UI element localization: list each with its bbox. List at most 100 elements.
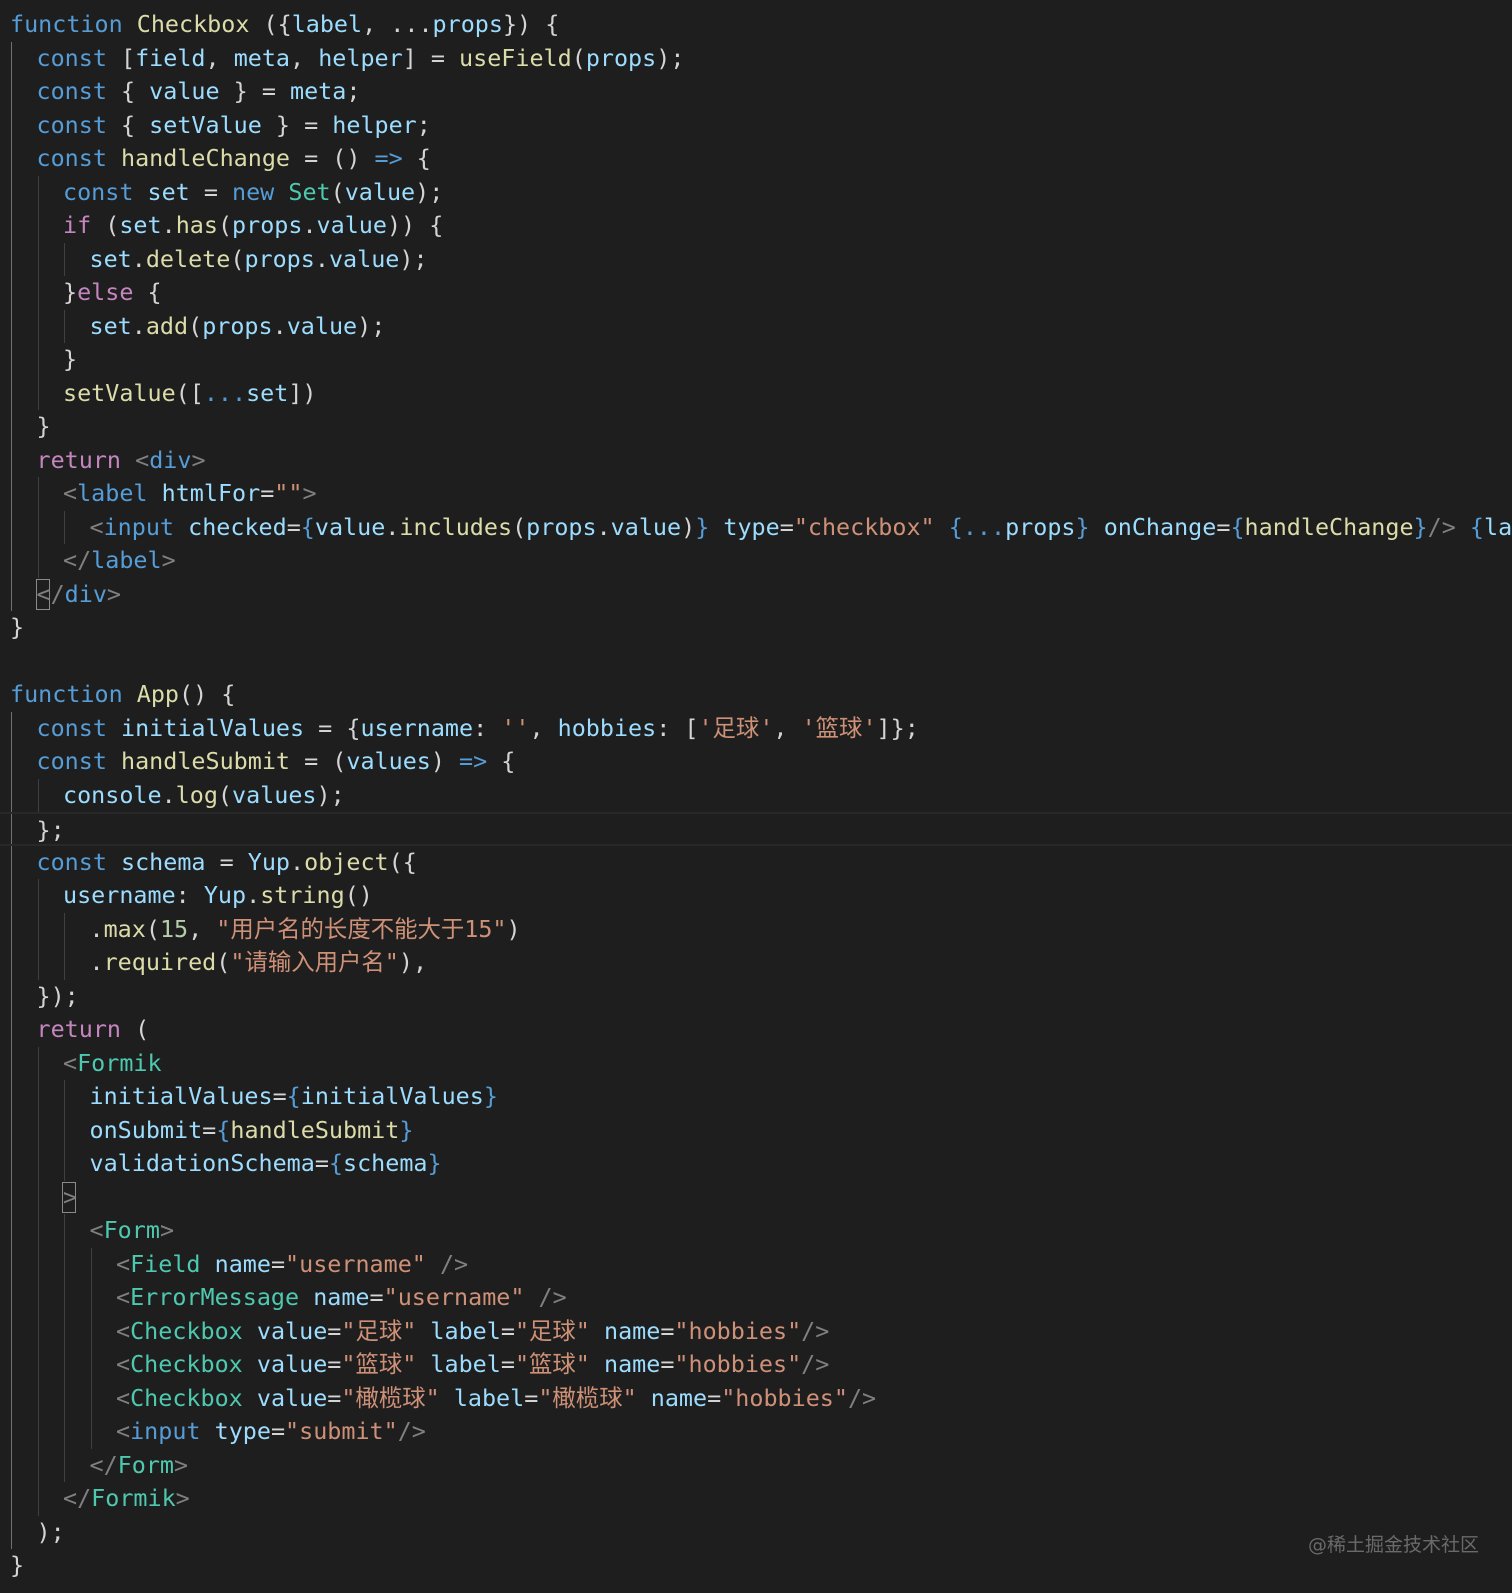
code-line[interactable]: }; — [0, 812, 1512, 846]
code-line[interactable]: const set = new Set(value); — [63, 176, 443, 210]
code-token: > — [63, 1182, 78, 1211]
code-line[interactable]: setValue([...set]) — [63, 377, 317, 411]
code-token: type — [723, 512, 780, 541]
indent-guide — [37, 778, 39, 812]
code-line[interactable]: const handleSubmit = (values) => { — [37, 745, 516, 779]
code-token: username — [360, 713, 474, 742]
code-line[interactable]: .max(15, "用户名的长度不能大于15") — [90, 913, 521, 947]
code-line[interactable]: </Formik> — [63, 1482, 190, 1516]
code-token: "请输入用户名" — [230, 948, 399, 976]
code-token: '篮球' — [801, 713, 877, 742]
code-token: Checkbox — [130, 1350, 243, 1378]
code-token: onSubmit — [89, 1115, 203, 1144]
code-line[interactable]: </Form> — [90, 1449, 189, 1483]
code-token: ); — [36, 1517, 65, 1546]
code-line[interactable]: <input checked={value.includes(props.val… — [90, 511, 1512, 545]
code-token: }; — [36, 816, 65, 844]
code-line[interactable]: <Formik — [63, 1047, 162, 1081]
code-token: => — [374, 144, 403, 172]
code-token: ) — [430, 747, 460, 775]
code-line[interactable]: <input type="submit"/> — [116, 1415, 426, 1449]
code-token: /> — [847, 1383, 877, 1412]
code-token: } — [10, 1551, 25, 1579]
code-line[interactable]: <Field name="username" /> — [116, 1248, 468, 1282]
code-token: handleChange — [121, 144, 291, 172]
code-token: "足球" — [514, 1316, 590, 1345]
code-line[interactable]: <ErrorMessage name="username" /> — [116, 1281, 567, 1315]
code-line[interactable]: <label htmlFor=""> — [63, 477, 317, 511]
code-token: validationSchema — [89, 1149, 315, 1177]
code-token: ]) — [288, 378, 317, 407]
code-token: Field — [130, 1249, 201, 1278]
code-line[interactable]: > — [63, 1181, 77, 1215]
code-token: > — [174, 1450, 189, 1479]
code-token: ( — [188, 311, 203, 340]
code-line[interactable]: set.add(props.value); — [90, 310, 386, 344]
code-line[interactable]: <Checkbox value="篮球" label="篮球" name="ho… — [116, 1348, 829, 1382]
code-line[interactable]: function App() { — [10, 678, 235, 712]
code-token: = () — [290, 144, 375, 172]
code-line[interactable]: username: Yup.string() — [63, 879, 373, 913]
code-line[interactable]: </div> — [37, 578, 122, 612]
code-line[interactable]: } — [10, 1549, 24, 1583]
code-editor[interactable]: function Checkbox ({label, ...props}) {c… — [0, 0, 1512, 1593]
code-token: '' — [501, 713, 530, 742]
code-token: > — [161, 546, 176, 574]
code-token: } — [483, 1082, 498, 1110]
code-line[interactable]: return <div> — [37, 444, 206, 478]
code-line[interactable]: console.log(values); — [63, 779, 345, 813]
code-token: const — [36, 847, 107, 876]
code-line[interactable]: onSubmit={handleSubmit} — [90, 1114, 414, 1148]
code-line[interactable]: <Checkbox value="橄榄球" label="橄榄球" name="… — [116, 1382, 876, 1416]
code-line[interactable]: set.delete(props.value); — [90, 243, 428, 277]
code-token: '足球' — [698, 713, 774, 742]
code-token: : — [175, 881, 204, 909]
code-token: ( — [217, 211, 233, 239]
code-line[interactable]: } — [10, 611, 24, 645]
code-token: props — [585, 43, 657, 72]
code-token: = — [660, 1316, 675, 1345]
code-token: Form — [103, 1216, 160, 1244]
code-token: . — [131, 311, 146, 340]
code-line[interactable]: }else { — [63, 276, 162, 310]
code-line[interactable]: <Checkbox value="足球" label="足球" name="ho… — [116, 1315, 829, 1349]
code-line[interactable]: <Form> — [90, 1214, 175, 1248]
code-line[interactable]: } — [37, 410, 51, 444]
code-line[interactable]: const schema = Yup.object({ — [37, 846, 417, 880]
code-line[interactable]: const initialValues = {username: '', hob… — [37, 712, 919, 746]
code-line[interactable]: </label> — [63, 544, 176, 578]
code-line[interactable]: const { value } = meta; — [37, 75, 361, 109]
code-line[interactable]: if (set.has(props.value)) { — [63, 209, 443, 243]
code-line[interactable]: validationSchema={schema} — [90, 1147, 442, 1181]
code-line[interactable]: }); — [37, 980, 79, 1014]
code-token: /> — [397, 1417, 426, 1445]
code-token: add — [145, 311, 189, 340]
code-token: . — [161, 780, 176, 809]
code-line[interactable]: const { setValue } = helper; — [37, 109, 431, 143]
code-token: Yup — [247, 847, 291, 876]
code-token: handleSubmit — [121, 747, 291, 775]
code-line[interactable]: } — [63, 343, 77, 377]
code-token: } = — [219, 77, 291, 105]
code-token: "橄榄球" — [538, 1383, 637, 1412]
code-token: ; — [346, 77, 361, 105]
code-line[interactable]: const handleChange = () => { — [37, 142, 431, 176]
code-line[interactable]: .required("请输入用户名"), — [90, 946, 428, 980]
code-line[interactable]: const [field, meta, helper] = useField(p… — [37, 42, 685, 76]
code-line[interactable]: initialValues={initialValues} — [90, 1080, 498, 1114]
code-line[interactable]: return ( — [37, 1013, 150, 1047]
code-token: set — [246, 378, 289, 407]
code-token: . — [246, 881, 261, 909]
code-token: value — [286, 311, 358, 340]
code-token: console — [63, 780, 162, 809]
code-line[interactable]: function Checkbox ({label, ...props}) { — [10, 8, 559, 42]
code-token: ( — [145, 914, 160, 943]
code-token: input — [103, 512, 175, 541]
code-line[interactable]: ); — [37, 1516, 65, 1550]
code-token: handleChange — [1244, 512, 1414, 541]
